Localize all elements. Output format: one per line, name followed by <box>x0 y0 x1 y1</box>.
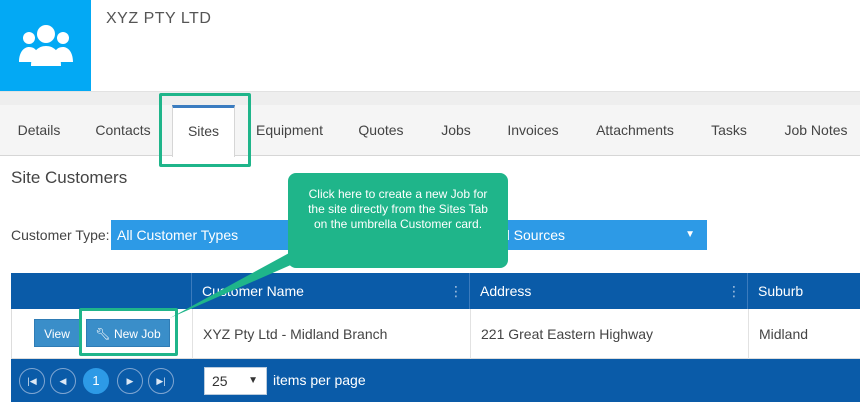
callout-note: Click here to create a new Job for the s… <box>288 173 508 268</box>
